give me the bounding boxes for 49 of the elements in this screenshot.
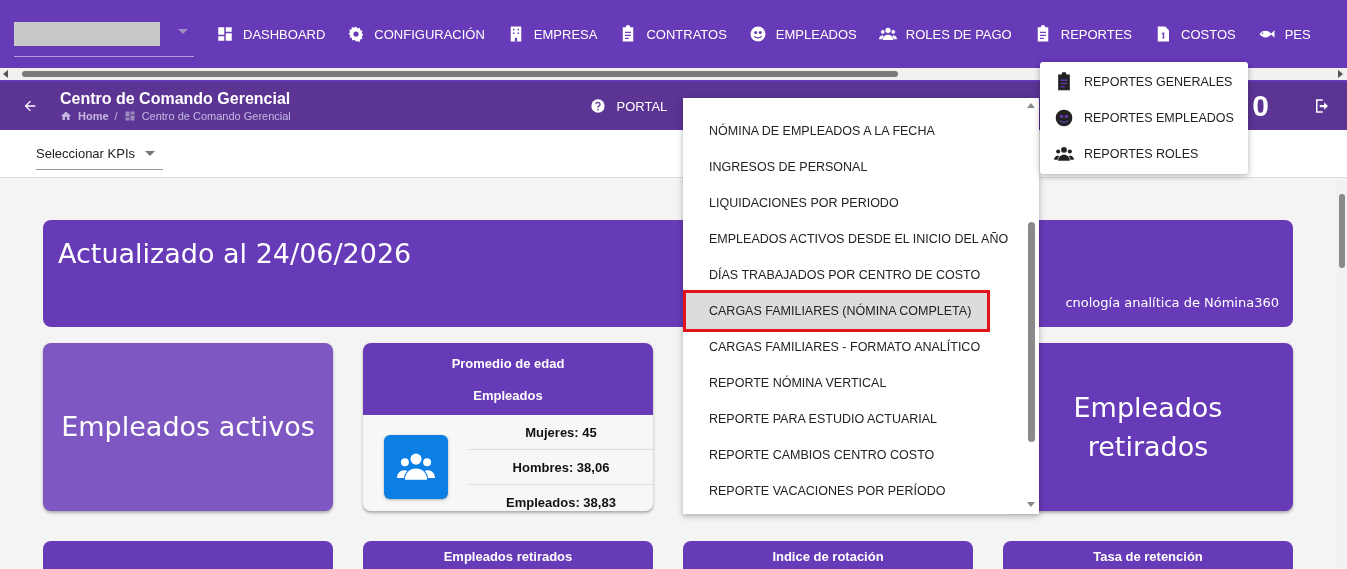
- stat-row: Mujeres: 45: [469, 415, 653, 450]
- nav-item[interactable]: DASHBOARD: [208, 25, 340, 43]
- nav-item[interactable]: ROLES DE PAGO: [870, 25, 1026, 43]
- scroll-right-icon[interactable]: [1335, 68, 1345, 80]
- kpi-card: Empleados retirados: [363, 541, 653, 569]
- kpi-select[interactable]: Seleccionar KPIs: [36, 137, 163, 170]
- logout-icon[interactable]: [1313, 97, 1331, 115]
- people-icon: [384, 435, 448, 499]
- report-option[interactable]: NÓMINA DE EMPLEADOS A LA FECHA: [683, 113, 1023, 149]
- stat-value: 0: [1252, 89, 1269, 123]
- stat-row: Hombres: 38,06: [469, 450, 653, 485]
- report-option[interactable]: INGRESOS DE PERSONAL: [683, 149, 1023, 185]
- people-icon: [878, 25, 897, 43]
- face-icon: [1054, 108, 1074, 128]
- breadcrumb-current: Centro de Comando Gerencial: [141, 110, 291, 122]
- stat-row-text: Empleados: 38,83: [505, 493, 617, 511]
- page-title: Centro de Comando Gerencial: [60, 90, 291, 108]
- home-icon: [60, 110, 72, 122]
- dashboard-icon: [123, 110, 136, 122]
- people-icon: [1054, 144, 1074, 164]
- banner-subtitle: cnología analítica de Nómina360: [1065, 295, 1279, 310]
- back-arrow-icon[interactable]: [22, 98, 38, 114]
- card-subtitle: Empleados: [472, 387, 544, 403]
- report-option[interactable]: EMPLEADOS ACTIVOS DESDE EL INICIO DEL AÑO: [683, 221, 1023, 257]
- nav-item[interactable]: EMPRESA: [498, 25, 612, 43]
- report-option[interactable]: LIQUIDACIONES POR PERIODO: [683, 185, 1023, 221]
- kpi-card: Indice de rotación: [683, 541, 973, 569]
- banner-title: Actualizado al 24/06/2026: [58, 238, 412, 269]
- help-icon: [590, 98, 607, 114]
- face-icon: [748, 25, 767, 43]
- nav-item[interactable]: EMPLEADOS: [740, 25, 871, 43]
- portal-link[interactable]: PORTAL: [590, 98, 668, 114]
- settings-icon: [347, 25, 366, 43]
- nav-item[interactable]: CONFIGURACIÓN: [339, 25, 499, 43]
- report-option[interactable]: CARGAS FAMILIARES (NÓMINA COMPLETA): [686, 293, 987, 329]
- nav-item[interactable]: REPORTES: [1025, 25, 1147, 43]
- menu-item[interactable]: REPORTES ROLES: [1040, 136, 1248, 172]
- report-option[interactable]: DÍAS TRABAJADOS POR CENTRO DE COSTO: [683, 257, 1023, 293]
- menu-item[interactable]: REPORTES EMPLEADOS: [1040, 100, 1248, 136]
- breadcrumb-link[interactable]: Home: [78, 110, 109, 122]
- menu-item[interactable]: REPORTES GENERALES: [1040, 64, 1248, 100]
- nav-item[interactable]: COSTOS: [1146, 25, 1250, 43]
- kpi-card: Tasa de retención: [1003, 541, 1293, 569]
- nav-item[interactable]: PES: [1249, 25, 1325, 43]
- breadcrumb-separator: /: [114, 110, 118, 122]
- dashboard-icon: [216, 25, 234, 43]
- nav-item[interactable]: CONTRATOS: [611, 25, 741, 43]
- kpi-card: Empleados activos: [43, 343, 333, 511]
- card-title: Promedio de edad: [450, 355, 566, 371]
